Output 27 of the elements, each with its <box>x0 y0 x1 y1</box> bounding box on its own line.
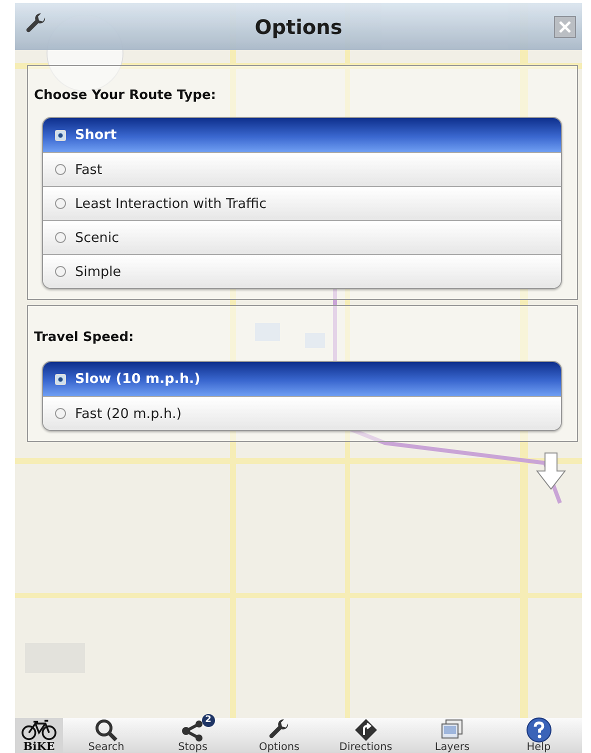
section-label: Choose Your Route Type: <box>34 88 217 103</box>
toolbar-button[interactable]: Search <box>63 718 150 753</box>
radio-option[interactable]: Least Interaction with Traffic <box>43 186 561 220</box>
toolbar-button[interactable]: Options <box>236 718 322 753</box>
share-nodes-icon <box>180 718 205 742</box>
section-label: Travel Speed: <box>34 330 135 345</box>
radio-icon[interactable] <box>55 408 66 419</box>
search-icon <box>94 718 118 742</box>
toolbar-button[interactable]: Help <box>496 718 582 753</box>
toolbar-button[interactable]: Layers <box>409 718 496 753</box>
turn-sign-icon <box>354 718 378 742</box>
radio-option[interactable]: Simple <box>43 254 561 288</box>
help-icon <box>526 717 552 743</box>
radio-option[interactable]: Fast (20 m.p.h.) <box>43 396 561 430</box>
radio-icon[interactable] <box>55 266 66 277</box>
toolbar-button[interactable]: Directions <box>322 718 409 753</box>
radio-icon[interactable] <box>55 164 66 175</box>
radio-option[interactable]: Scenic <box>43 220 561 254</box>
radio-option[interactable]: Slow (10 m.p.h.) <box>43 362 561 396</box>
window-title: Options <box>254 14 342 38</box>
radio-icon[interactable] <box>55 232 66 243</box>
close-icon[interactable] <box>554 16 576 38</box>
radio-icon[interactable] <box>55 198 66 209</box>
radio-option[interactable]: Short <box>43 118 561 152</box>
bicycle-icon <box>20 719 58 741</box>
bike-logo[interactable]: BiKE <box>15 718 63 753</box>
radio-option[interactable]: Fast <box>43 152 561 186</box>
